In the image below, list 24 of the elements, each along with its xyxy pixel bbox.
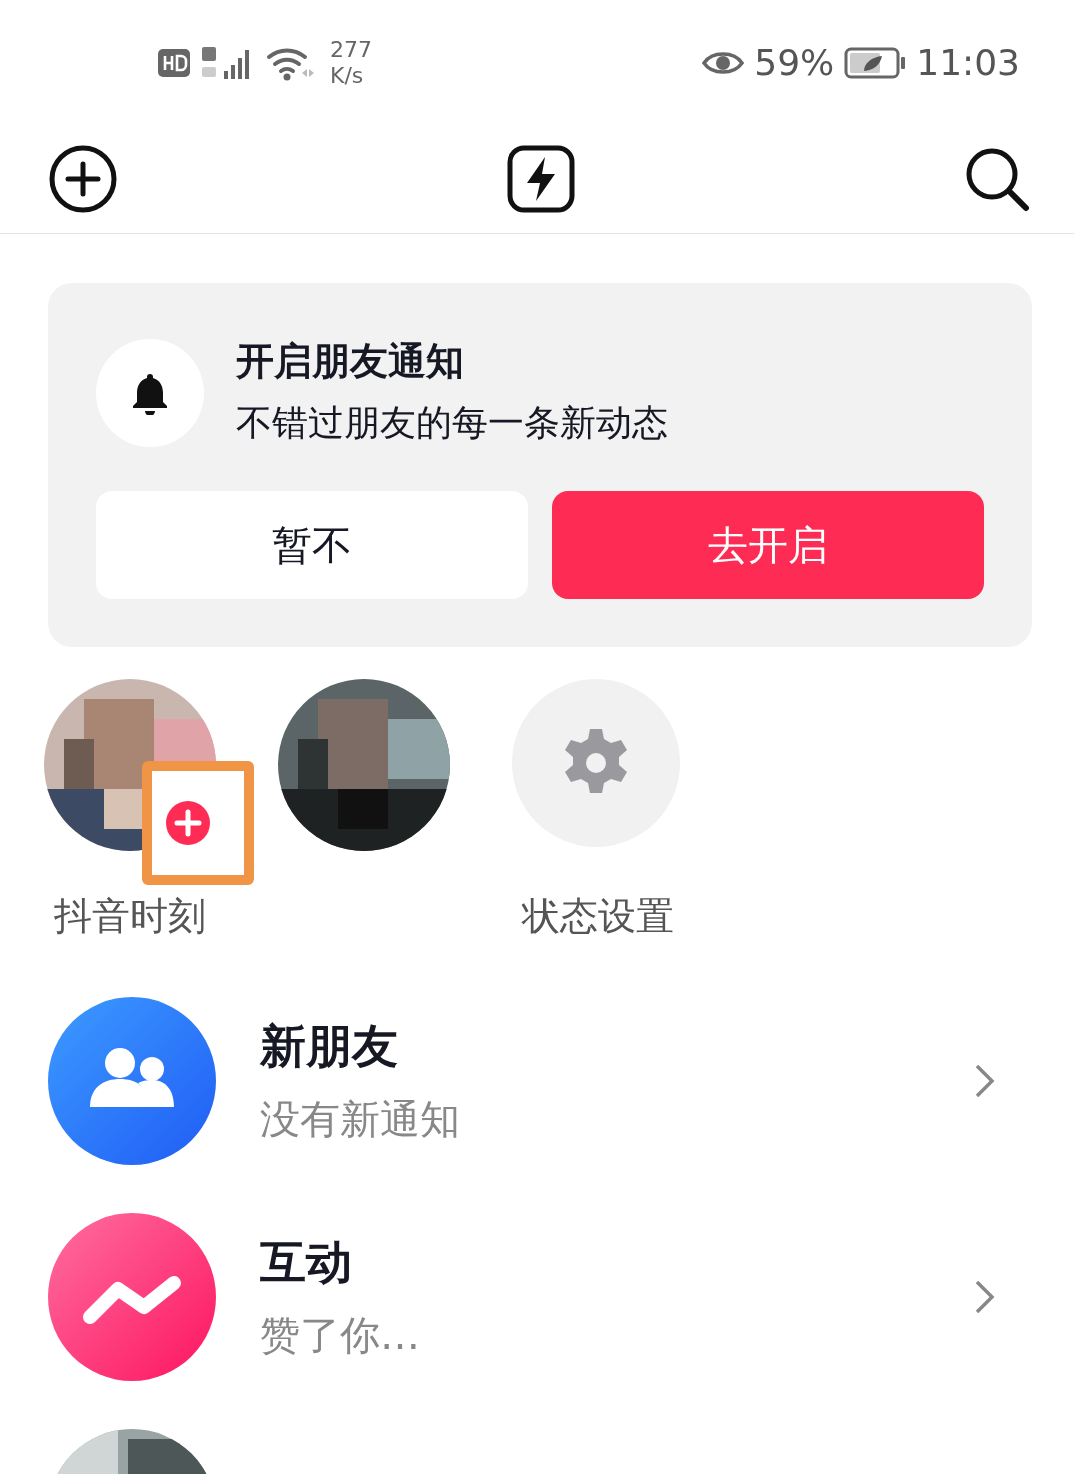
network-speed: 277 xyxy=(330,36,372,63)
add-icon[interactable] xyxy=(48,144,118,214)
dismiss-button[interactable]: 暂不 xyxy=(96,491,528,599)
story-label: 抖音时刻 xyxy=(54,893,206,940)
speed-unit: K/s xyxy=(330,62,365,89)
notice-subtitle: 不错过朋友的每一条新动态 xyxy=(236,401,668,445)
notice-title: 开启朋友通知 xyxy=(236,338,465,385)
hd-icon xyxy=(158,48,190,77)
lightning-icon[interactable] xyxy=(507,145,575,213)
story-label: 状态设置 xyxy=(522,893,674,940)
people-icon[interactable] xyxy=(48,997,216,1165)
search-icon[interactable] xyxy=(964,146,1030,212)
enable-button[interactable]: 去开启 xyxy=(552,491,984,599)
zigzag-icon[interactable] xyxy=(48,1213,216,1381)
battery-icon xyxy=(844,46,907,79)
message-title: 新朋友 xyxy=(260,1018,399,1075)
message-title: 互动 xyxy=(260,1234,353,1291)
message-subtitle: 赞了你… xyxy=(260,1311,421,1360)
chevron-icon[interactable] xyxy=(974,1063,996,1099)
clock-time: 11:03 xyxy=(916,42,1020,83)
battery-percent: 59% xyxy=(754,42,835,83)
message-subtitle: 没有新通知 xyxy=(260,1095,461,1144)
add-story-icon[interactable] xyxy=(164,799,212,847)
chevron-icon[interactable] xyxy=(974,1279,996,1315)
